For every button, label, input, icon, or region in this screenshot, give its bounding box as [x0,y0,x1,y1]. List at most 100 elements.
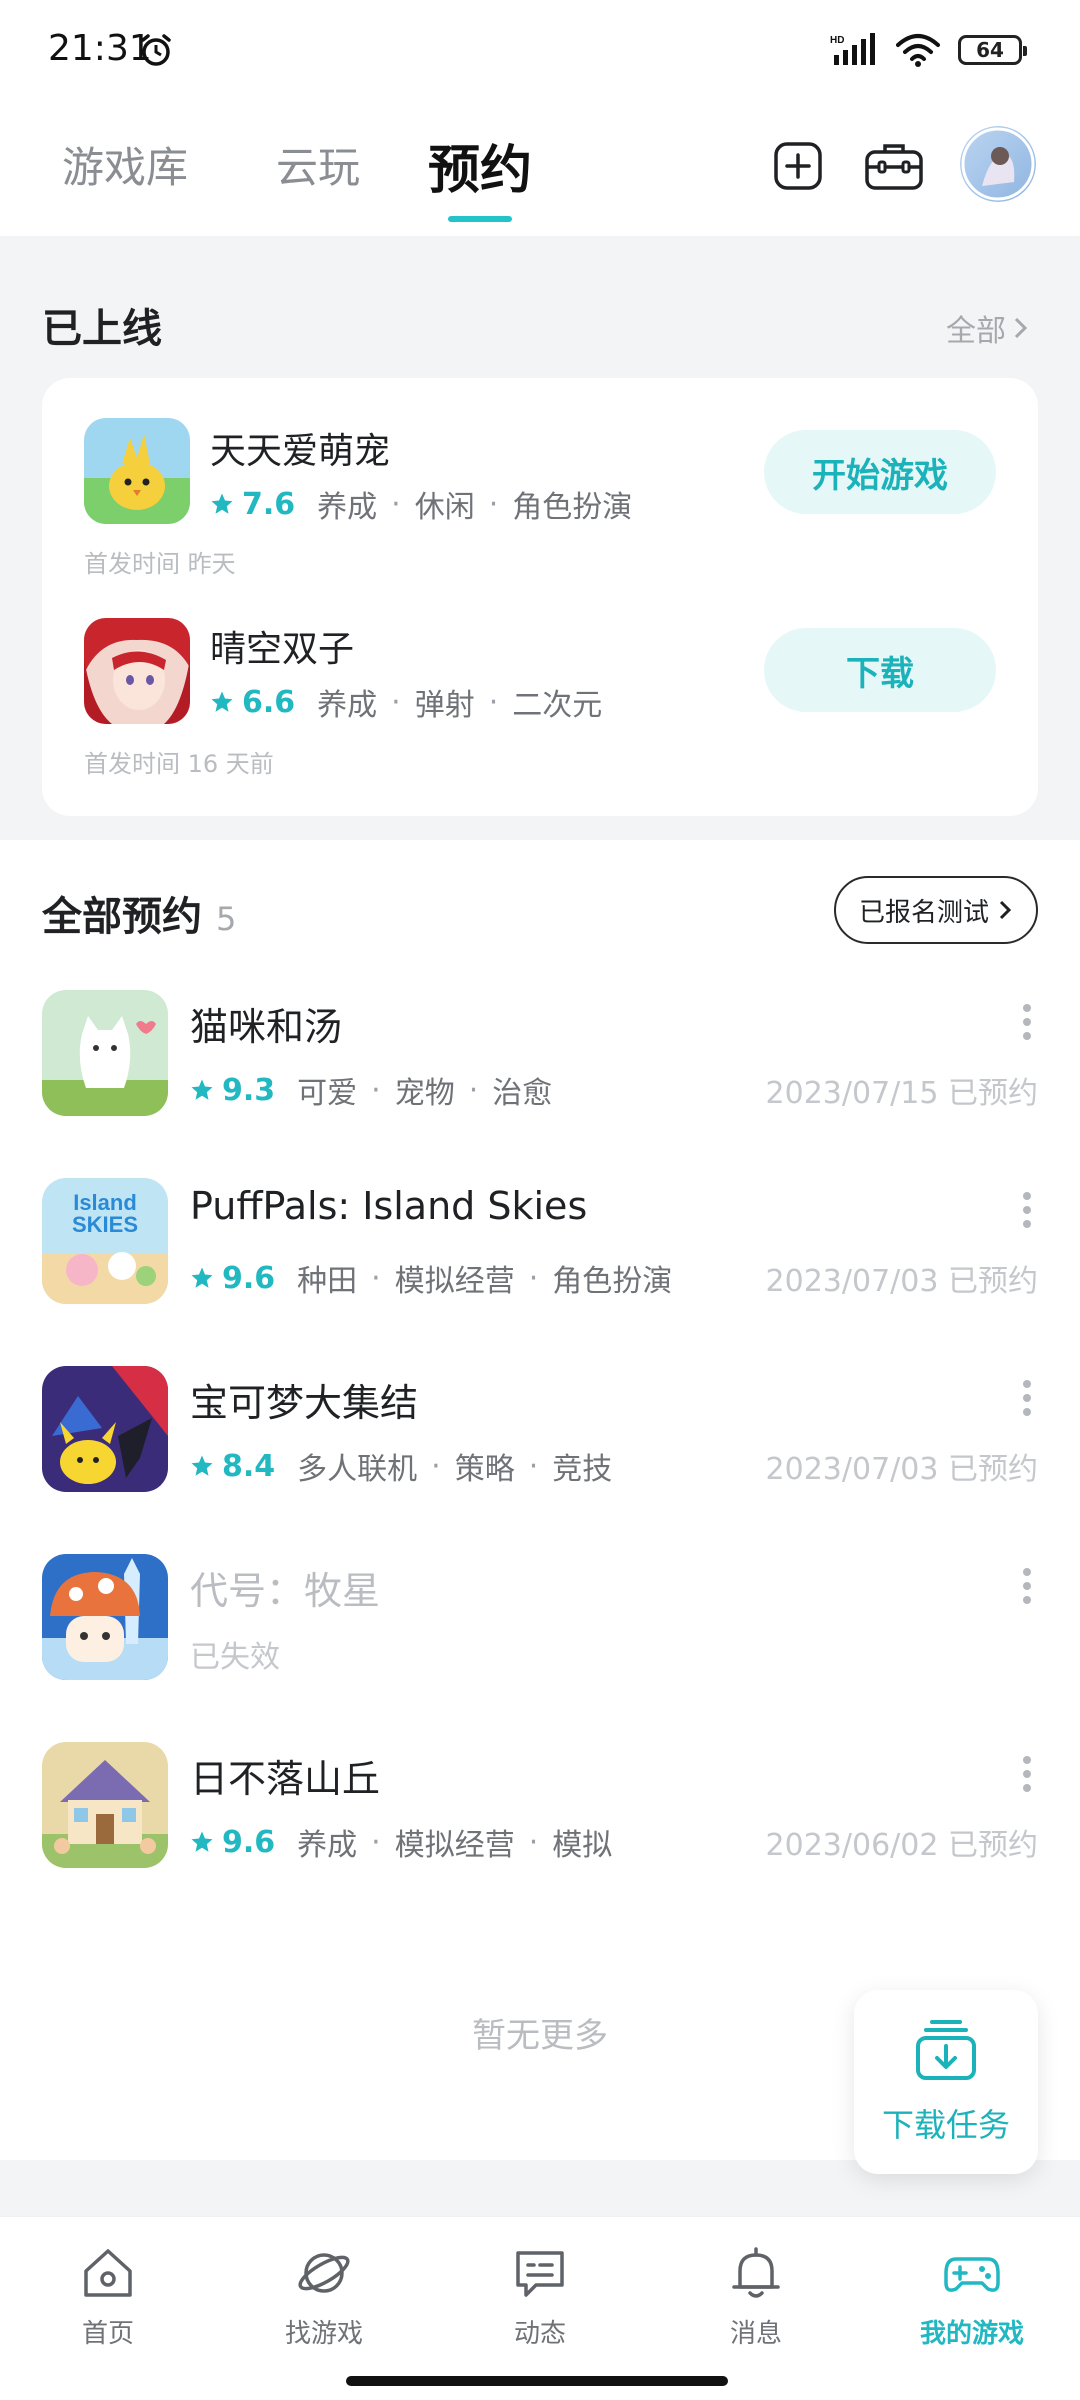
chevron-right-icon [1014,317,1028,339]
download-tray-icon [916,2020,976,2080]
start-game-button[interactable]: 开始游戏 [764,430,996,514]
registered-test-button[interactable]: 已报名测试 [834,876,1038,944]
status-bar: 21:31 HD 64 [0,0,1080,100]
reservation-meta: 9.3 可爱 · 宠物 · 治愈 [190,1068,552,1112]
status-time: 21:31 [48,28,152,69]
game-tag: 策略 [454,1452,515,1487]
svg-text:HD: HD [830,35,844,46]
star-icon [191,1831,213,1852]
reservation-name[interactable]: 日不落山丘 [190,1748,380,1803]
reservation-count: 5 [216,900,237,938]
reservation-meta: 9.6 养成 · 模拟经营 · 模拟 [190,1820,612,1864]
reservation-name[interactable]: PuffPals: Island Skies [190,1184,587,1228]
pokemon-unite-icon[interactable] [42,1366,168,1492]
puffpals-icon[interactable]: Island SKIES [42,1178,168,1304]
download-button[interactable]: 下载 [764,628,996,712]
star-icon [211,493,233,514]
more-options-icon[interactable] [1022,1568,1032,1608]
game-tag: 模拟 [552,1828,613,1863]
view-all-link[interactable]: 全部 [946,306,1030,350]
chick-pet-icon[interactable] [84,418,190,524]
star-icon [191,1267,213,1288]
game-score: 6.6 [242,684,296,720]
game-tag: 可爱 [297,1076,358,1111]
game-tag: 养成 [317,688,378,723]
reservation-date: 2023/06/02 已预约 [765,1828,1038,1863]
game-score: 9.6 [222,1824,276,1860]
game-tag: 角色扮演 [552,1264,673,1299]
launched-game-meta: 6.6 养成 · 弹射 · 二次元 [210,680,602,724]
reservation-date: 2023/07/03 已预约 [765,1264,1038,1299]
user-avatar[interactable] [960,126,1036,202]
reservation-meta: 8.4 多人联机 · 策略 · 竞技 [190,1444,612,1488]
game-tag: 休闲 [414,490,475,525]
launched-section-title: 已上线 [42,306,162,352]
game-tag: 竞技 [552,1452,613,1487]
release-time: 首发时间 昨天 [84,550,236,578]
game-score: 9.6 [222,1260,276,1296]
nav-messages[interactable]: 消息 [676,2243,836,2350]
more-options-icon[interactable] [1022,1380,1032,1420]
nav-feed[interactable]: 动态 [460,2243,620,2350]
reservation-date: 2023/07/15 已预约 [765,1076,1038,1111]
star-icon [191,1079,213,1100]
red-hair-girl-icon[interactable] [84,618,190,724]
mushroom-icon[interactable] [42,1554,168,1680]
game-tag: 养成 [297,1828,358,1863]
chevron-right-icon [999,900,1012,920]
invalid-status: 已失效 [190,1640,280,1675]
game-tag: 弹射 [414,688,475,723]
svg-text:SKIES: SKIES [72,1212,138,1237]
more-options-icon[interactable] [1022,1756,1032,1796]
tab-cloud-play[interactable]: 云玩 [276,134,360,195]
status-icons: HD 64 [830,30,1027,70]
star-icon [191,1455,213,1476]
cottage-icon[interactable] [42,1742,168,1868]
more-options-icon[interactable] [1022,1004,1032,1044]
active-tab-indicator [448,216,512,222]
tab-game-library[interactable]: 游戏库 [62,134,188,195]
top-bar: 游戏库 云玩 预约 [0,100,1080,236]
star-icon [211,691,233,712]
view-all-label: 全部 [946,314,1006,349]
reservation-name[interactable]: 猫咪和汤 [190,996,342,1051]
launched-game-meta: 7.6 养成 · 休闲 · 角色扮演 [210,482,632,526]
tab-reservations[interactable]: 预约 [428,128,532,203]
nav-home[interactable]: 首页 [28,2243,188,2350]
reservations-section-title: 全部预约 5 [42,894,237,940]
reservation-name[interactable]: 代号：牧星 [190,1560,380,1615]
game-tag: 模拟经营 [394,1828,515,1863]
chat-icon [516,2251,564,2297]
download-tasks-button[interactable]: 下载任务 [854,1990,1038,2174]
game-tag: 多人联机 [297,1452,418,1487]
home-indicator[interactable] [346,2376,728,2386]
nav-my-games[interactable]: 我的游戏 [892,2243,1052,2350]
launched-game-name[interactable]: 晴空双子 [210,620,354,672]
launched-game-name[interactable]: 天天爱萌宠 [210,422,390,474]
signal-icon: HD [830,33,875,65]
toolbox-icon[interactable] [864,140,924,192]
home-icon [84,2249,132,2297]
game-score: 8.4 [222,1448,276,1484]
release-time: 首发时间 16 天前 [84,750,274,778]
bottom-nav: 首页 找游戏 动态 消息 我的游戏 [0,2216,1080,2400]
battery-indicator: 64 [958,35,1027,65]
game-tag: 模拟经营 [394,1264,515,1299]
game-tag: 二次元 [512,688,603,723]
reservation-date: 2023/07/03 已预约 [765,1452,1038,1487]
wifi-icon [896,34,940,67]
more-options-icon[interactable] [1022,1192,1032,1232]
reservation-name[interactable]: 宝可梦大集结 [190,1372,418,1427]
bell-icon [732,2247,780,2298]
game-tag: 种田 [297,1264,358,1299]
game-tag: 宠物 [394,1076,455,1111]
game-tag: 养成 [317,490,378,525]
game-score: 7.6 [242,486,296,522]
add-icon[interactable] [772,140,824,192]
game-tag: 角色扮演 [512,490,633,525]
white-cat-icon[interactable] [42,990,168,1116]
gamepad-icon [944,2257,1000,2292]
nav-find-games[interactable]: 找游戏 [244,2243,404,2350]
planet-icon [298,2253,350,2293]
game-score: 9.3 [222,1072,276,1108]
